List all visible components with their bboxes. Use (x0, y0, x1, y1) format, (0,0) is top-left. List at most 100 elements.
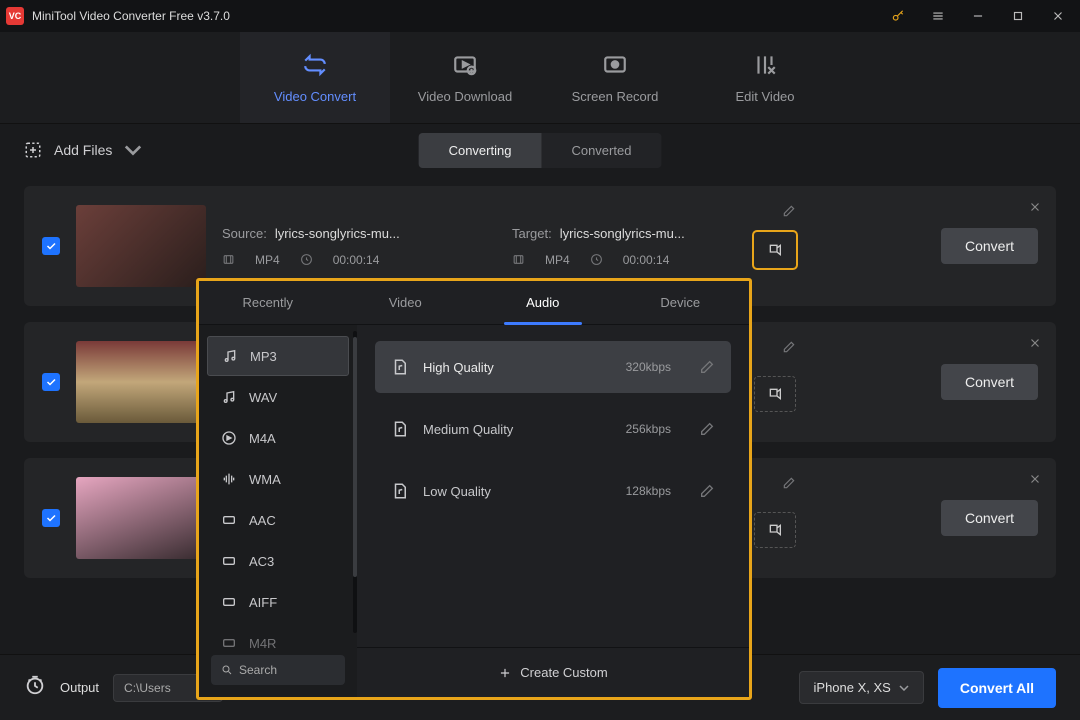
thumbnail[interactable] (76, 205, 206, 287)
schedule-icon[interactable] (24, 674, 46, 701)
plus-icon (498, 666, 512, 680)
convert-icon (300, 51, 330, 79)
format-aac[interactable]: AAC (207, 500, 349, 540)
target-format-button[interactable] (754, 376, 796, 412)
target-format-button[interactable] (754, 512, 796, 548)
nav-screen-record[interactable]: Screen Record (540, 32, 690, 123)
nav-video-download[interactable]: Video Download (390, 32, 540, 123)
codec: MP4 (255, 253, 280, 267)
download-icon (450, 51, 480, 79)
remove-row-icon[interactable] (1028, 336, 1042, 355)
nav-video-convert[interactable]: Video Convert (240, 32, 390, 123)
thumbnail[interactable] (76, 341, 206, 423)
convert-button[interactable]: Convert (941, 228, 1038, 264)
edit-icon[interactable] (699, 421, 715, 437)
edit-target-icon[interactable] (782, 204, 796, 223)
edit-target-icon[interactable] (782, 476, 796, 495)
target-filename: lyrics-songlyrics-mu... (560, 226, 685, 241)
format-wma[interactable]: WMA (207, 459, 349, 499)
film-icon (222, 253, 235, 266)
source-label: Source: (222, 226, 267, 241)
format-aiff[interactable]: AIFF (207, 582, 349, 622)
edit-video-icon (750, 51, 780, 79)
convert-button[interactable]: Convert (941, 364, 1038, 400)
nav-label: Video Download (418, 89, 512, 104)
tab-converted[interactable]: Converted (541, 133, 661, 168)
format-m4a[interactable]: M4A (207, 418, 349, 458)
popup-tabs: Recently Video Audio Device (199, 281, 749, 325)
duration: 00:00:14 (333, 253, 380, 267)
device-value: iPhone X, XS (814, 680, 891, 695)
remove-row-icon[interactable] (1028, 200, 1042, 219)
hamburger-icon[interactable] (922, 2, 954, 30)
nav-label: Video Convert (274, 89, 356, 104)
format-ac3[interactable]: AC3 (207, 541, 349, 581)
nav-label: Screen Record (572, 89, 659, 104)
bitrate: 128kbps (626, 484, 671, 498)
output-label: Output (60, 680, 99, 695)
remove-row-icon[interactable] (1028, 472, 1042, 491)
device-dropdown[interactable]: iPhone X, XS (799, 671, 924, 704)
maximize-icon[interactable] (1002, 2, 1034, 30)
checkbox[interactable] (42, 373, 60, 391)
add-icon (24, 141, 42, 159)
file-audio-icon (391, 420, 409, 438)
tab-converting[interactable]: Converting (419, 133, 542, 168)
target-label: Target: (512, 226, 552, 241)
clock-icon (300, 253, 313, 266)
tab-recently[interactable]: Recently (199, 281, 337, 324)
create-custom-label: Create Custom (520, 665, 607, 680)
checkbox[interactable] (42, 509, 60, 527)
format-list: MP3 WAV M4A WMA AAC AC3 AIFF M4R Search (199, 325, 357, 697)
titlebar: VC MiniTool Video Converter Free v3.7.0 (0, 0, 1080, 32)
search-icon (221, 664, 233, 676)
edit-icon[interactable] (699, 483, 715, 499)
file-meta: Source: lyrics-songlyrics-mu... Target: ly… (222, 226, 1038, 267)
close-icon[interactable] (1042, 2, 1074, 30)
file-audio-icon (391, 358, 409, 376)
codec: MP4 (545, 253, 570, 267)
quality-label: Low Quality (423, 484, 491, 499)
search-placeholder: Search (239, 663, 277, 677)
edit-target-icon[interactable] (782, 340, 796, 359)
record-icon (600, 51, 630, 79)
app-logo: VC (6, 7, 24, 25)
quality-low[interactable]: Low Quality 128kbps (375, 465, 731, 517)
film-icon (512, 253, 525, 266)
format-wav[interactable]: WAV (207, 377, 349, 417)
thumbnail[interactable] (76, 477, 206, 559)
chevron-down-icon (124, 141, 142, 159)
create-custom-button[interactable]: Create Custom (357, 647, 749, 697)
format-mp3[interactable]: MP3 (207, 336, 349, 376)
tab-video[interactable]: Video (337, 281, 475, 324)
convert-all-button[interactable]: Convert All (938, 668, 1056, 708)
checkbox[interactable] (42, 237, 60, 255)
file-audio-icon (391, 482, 409, 500)
convert-button[interactable]: Convert (941, 500, 1038, 536)
main-nav: Video Convert Video Download Screen Reco… (0, 32, 1080, 124)
bitrate: 320kbps (626, 360, 671, 374)
clock-icon (590, 253, 603, 266)
tab-device[interactable]: Device (612, 281, 750, 324)
quality-label: Medium Quality (423, 422, 513, 437)
edit-icon[interactable] (699, 359, 715, 375)
quality-high[interactable]: High Quality 320kbps (375, 341, 731, 393)
tab-audio[interactable]: Audio (474, 281, 612, 324)
add-files-label: Add Files (54, 142, 112, 158)
add-files-button[interactable]: Add Files (24, 141, 142, 159)
key-icon[interactable] (882, 2, 914, 30)
quality-list: High Quality 320kbps Medium Quality 256k… (357, 325, 749, 697)
format-popup: Recently Video Audio Device MP3 WAV M4A … (196, 278, 752, 700)
target-format-button[interactable] (754, 232, 796, 268)
quality-label: High Quality (423, 360, 494, 375)
source-filename: lyrics-songlyrics-mu... (275, 226, 400, 241)
duration: 00:00:14 (623, 253, 670, 267)
nav-label: Edit Video (735, 89, 794, 104)
toolbar: Add Files Converting Converted (0, 124, 1080, 176)
minimize-icon[interactable] (962, 2, 994, 30)
format-search-input[interactable]: Search (211, 655, 345, 685)
nav-edit-video[interactable]: Edit Video (690, 32, 840, 123)
chevron-down-icon (899, 685, 909, 691)
status-segment: Converting Converted (419, 133, 662, 168)
quality-medium[interactable]: Medium Quality 256kbps (375, 403, 731, 455)
